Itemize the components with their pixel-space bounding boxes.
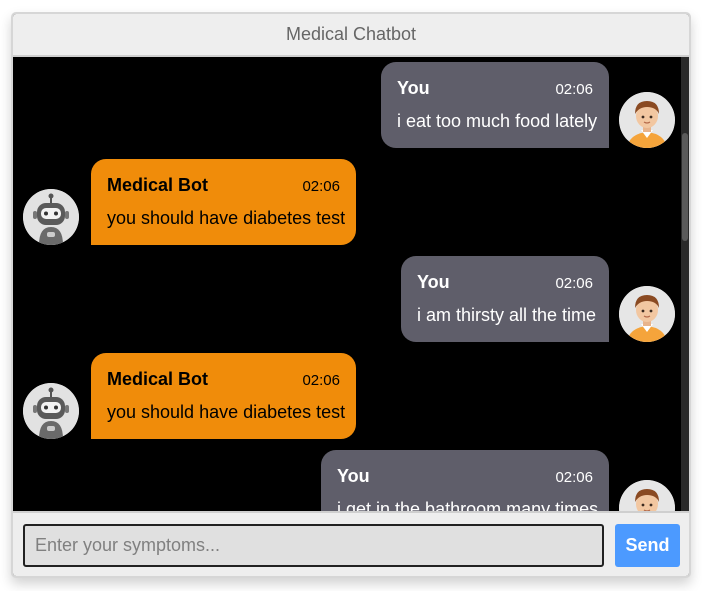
message-time: 02:06 <box>555 469 593 486</box>
message-bubble: Medical Bot 02:06 you should have diabet… <box>91 159 356 245</box>
chat-title: Medical Chatbot <box>285 24 417 44</box>
robot-avatar-icon <box>23 383 79 439</box>
sender-name: You <box>397 78 430 98</box>
message-text: i am thirsty all the time <box>417 305 597 325</box>
message-bubble: Medical Bot 02:06 you should have diabet… <box>91 353 356 439</box>
message-time: 02:06 <box>302 178 340 195</box>
sender-name: You <box>337 466 370 486</box>
message-bubble: You 02:06 i eat too much food lately <box>381 62 609 148</box>
message-user: You 02:06 i get in the bathroom many tim… <box>13 450 681 511</box>
user-avatar-icon <box>619 480 675 511</box>
scrollbar-thumb[interactable] <box>682 133 688 241</box>
robot-avatar-icon <box>23 189 79 245</box>
sender-name: Medical Bot <box>107 369 209 389</box>
message-bubble: You 02:06 i get in the bathroom many tim… <box>321 450 609 511</box>
message-user: You 02:06 i am thirsty all the time <box>13 256 681 342</box>
chat-header: Medical Chatbot <box>13 14 689 57</box>
message-text: you should have diabetes test <box>107 208 346 228</box>
message-bubble: You 02:06 i am thirsty all the time <box>401 256 609 342</box>
message-text: i get in the bathroom many times <box>337 499 599 511</box>
message-bot: Medical Bot 02:06 you should have diabet… <box>13 353 681 439</box>
sender-name: You <box>417 272 450 292</box>
input-bar: Send <box>13 511 689 576</box>
message-bot: Medical Bot 02:06 you should have diabet… <box>13 159 681 245</box>
chat-window: Medical Chatbot You 02:06 i eat too much… <box>11 12 691 578</box>
chat-scrollbar[interactable] <box>681 57 689 511</box>
message-time: 02:06 <box>555 81 593 98</box>
message-time: 02:06 <box>555 275 593 292</box>
send-button[interactable]: Send <box>615 524 680 567</box>
message-text: i eat too much food lately <box>397 111 598 131</box>
message-text: you should have diabetes test <box>107 402 346 422</box>
user-avatar-icon <box>619 92 675 148</box>
message-user: You 02:06 i eat too much food lately <box>13 62 681 148</box>
user-avatar-icon <box>619 286 675 342</box>
sender-name: Medical Bot <box>107 175 209 195</box>
message-time: 02:06 <box>302 372 340 389</box>
symptoms-input[interactable] <box>23 524 604 567</box>
message-list[interactable]: You 02:06 i eat too much food lately Med… <box>13 57 681 511</box>
